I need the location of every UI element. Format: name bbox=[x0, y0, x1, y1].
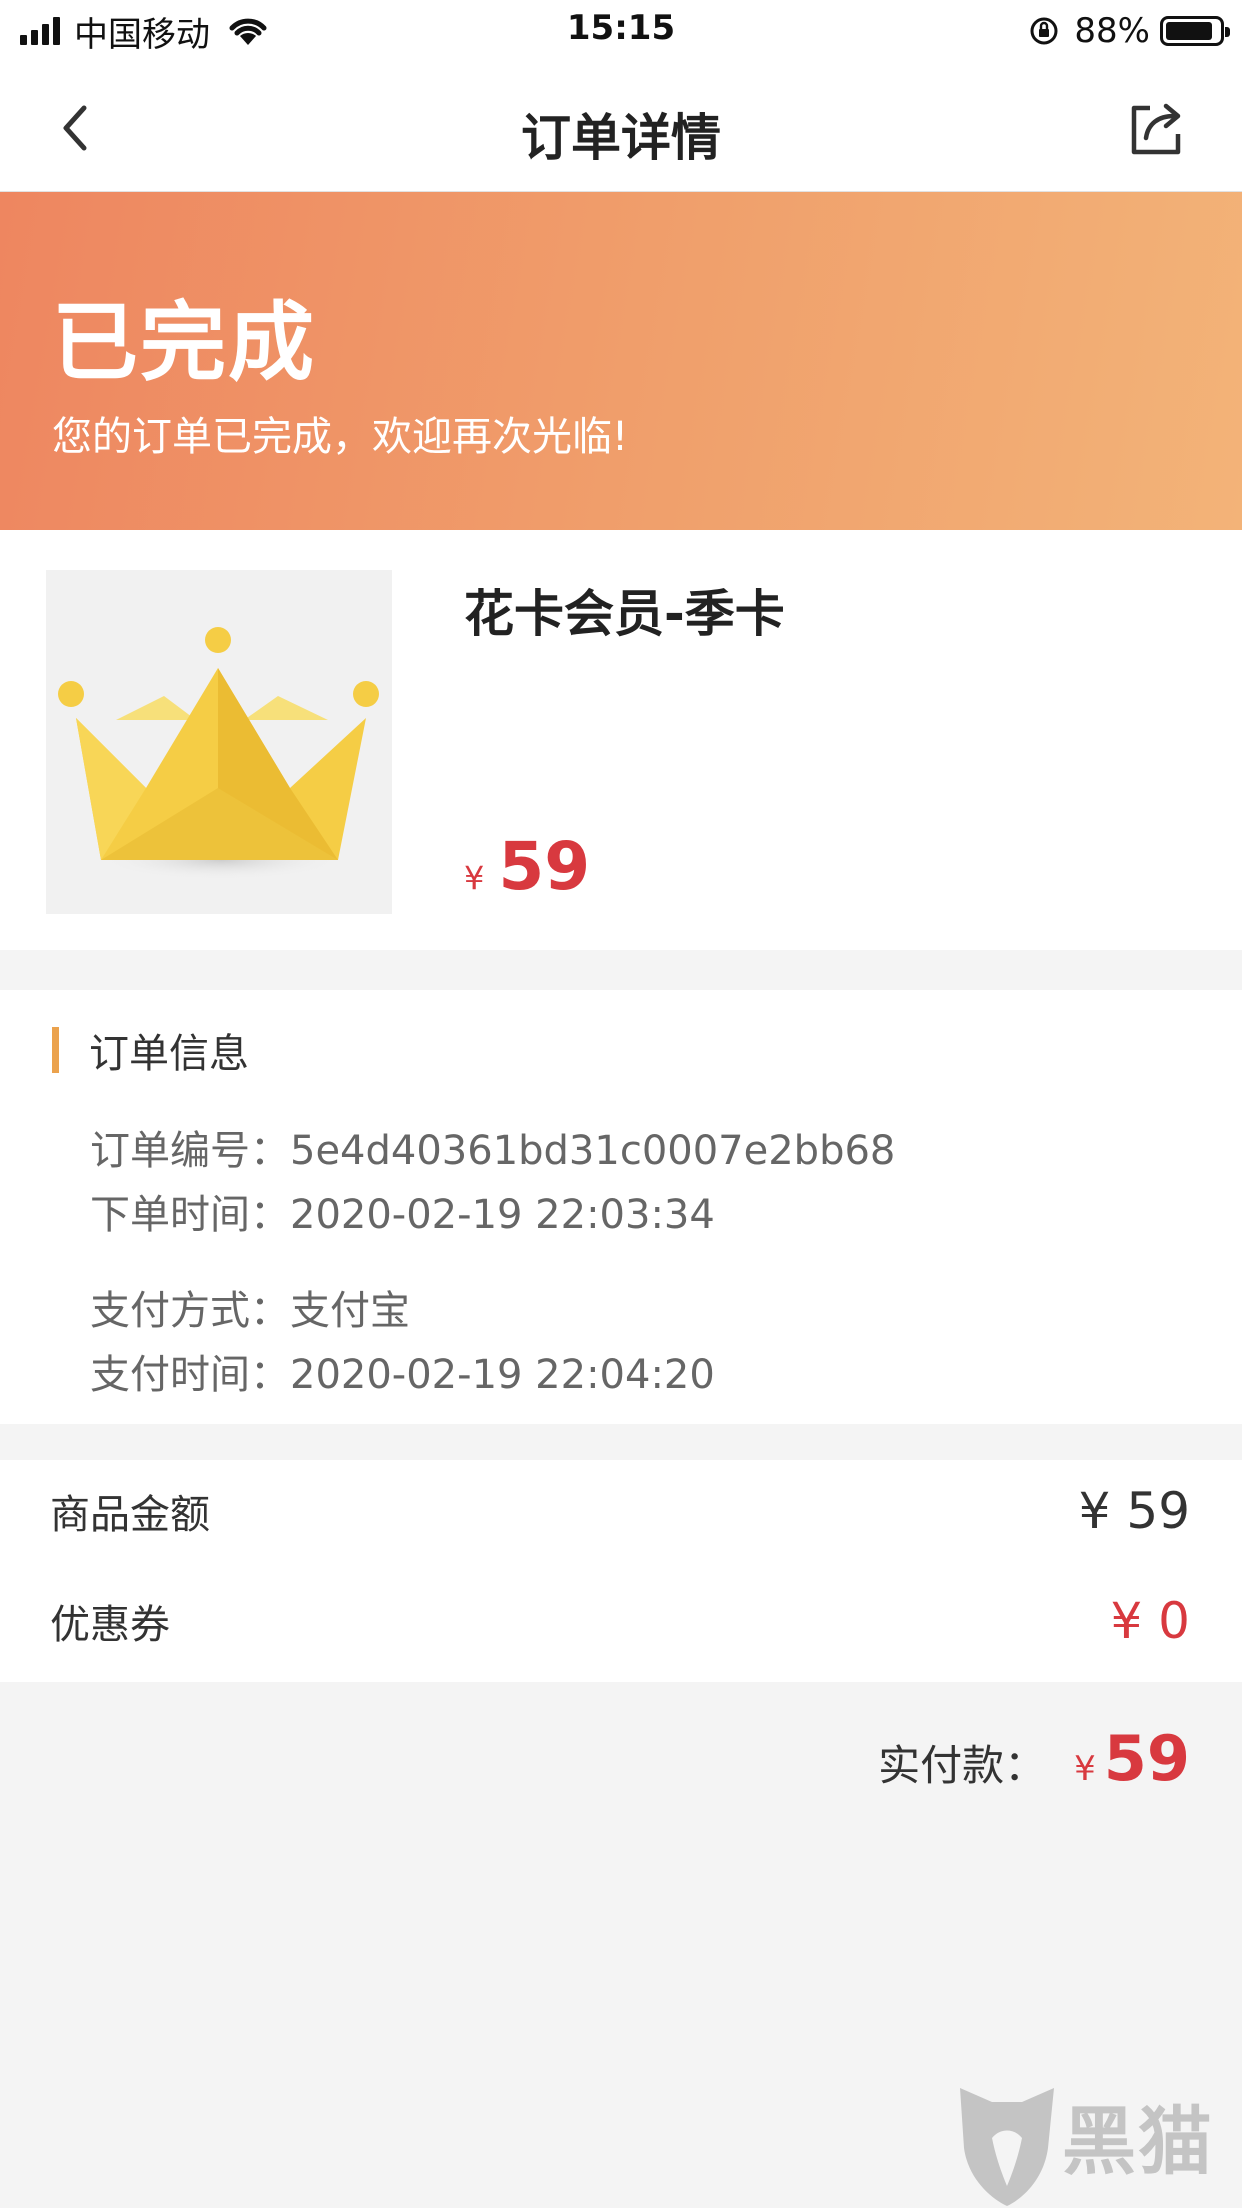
order-info-section: 订单信息 订单编号：5e4d40361bd31c0007e2bb68 下单时间：… bbox=[0, 990, 1242, 1424]
black-cat-logo-icon bbox=[960, 2088, 1054, 2206]
total-paid-value: 59 bbox=[1103, 1722, 1190, 1795]
amount-section: 商品金额 ¥ 59 优惠券 ¥ 0 bbox=[0, 1460, 1242, 1682]
payment-method-row: 支付方式：支付宝 bbox=[90, 1278, 410, 1336]
price-value: 59 bbox=[498, 828, 591, 905]
order-time-value: 2020-02-19 22:03:34 bbox=[290, 1192, 715, 1238]
order-time-label: 下单时间： bbox=[90, 1192, 290, 1238]
status-right: 88% bbox=[1028, 10, 1230, 52]
share-button[interactable] bbox=[1126, 98, 1186, 158]
product-name: 花卡会员-季卡 bbox=[464, 585, 785, 643]
order-number-label: 订单编号： bbox=[90, 1128, 290, 1174]
product-card[interactable]: 花卡会员-季卡 ¥ 59 bbox=[0, 530, 1242, 950]
share-icon bbox=[1131, 103, 1181, 155]
order-status-banner: 已完成 您的订单已完成，欢迎再次光临! bbox=[0, 192, 1242, 530]
goods-amount-label: 商品金额 bbox=[50, 1492, 210, 1538]
watermark: 黑猫 bbox=[952, 2078, 1242, 2208]
battery-percent: 88% bbox=[1074, 11, 1150, 51]
payment-time-row: 支付时间：2020-02-19 22:04:20 bbox=[90, 1342, 715, 1400]
orientation-lock-icon bbox=[1030, 17, 1058, 45]
order-status-title: 已完成 bbox=[52, 293, 316, 393]
total-paid-currency: ¥ bbox=[1074, 1749, 1096, 1789]
battery-icon bbox=[1160, 16, 1230, 46]
order-detail-page: 中国移动 15:15 88% 订单详情 已完成 您的订单已完成，欢迎再次光临! … bbox=[0, 0, 1242, 2208]
order-info-header: 订单信息 bbox=[52, 1026, 249, 1077]
product-price: ¥ 59 bbox=[464, 828, 590, 905]
battery-level bbox=[1166, 22, 1212, 40]
coupon-value: ¥ 0 bbox=[1110, 1592, 1190, 1650]
status-bar: 中国移动 15:15 88% bbox=[0, 0, 1242, 62]
goods-amount-row: 商品金额 ¥ 59 bbox=[50, 1482, 1190, 1540]
order-status-message: 您的订单已完成，欢迎再次光临! bbox=[52, 414, 629, 460]
product-image bbox=[46, 570, 392, 914]
total-paid-label: 实付款： bbox=[878, 1741, 1047, 1790]
payment-method-label: 支付方式： bbox=[90, 1288, 290, 1334]
section-accent-bar bbox=[52, 1027, 59, 1073]
price-currency: ¥ bbox=[464, 859, 485, 897]
nav-bar: 订单详情 bbox=[0, 62, 1242, 192]
payment-time-label: 支付时间： bbox=[90, 1352, 290, 1398]
watermark-text: 黑猫 bbox=[1062, 2099, 1214, 2185]
total-paid: 实付款： ¥ 59 bbox=[878, 1722, 1190, 1795]
payment-method-value: 支付宝 bbox=[290, 1288, 410, 1334]
coupon-row: 优惠券 ¥ 0 bbox=[50, 1592, 1190, 1650]
coupon-label: 优惠券 bbox=[50, 1602, 170, 1648]
order-time-row: 下单时间：2020-02-19 22:03:34 bbox=[90, 1182, 715, 1240]
crown-icon bbox=[58, 627, 379, 880]
goods-amount-value: ¥ 59 bbox=[1078, 1482, 1190, 1540]
order-number-row: 订单编号：5e4d40361bd31c0007e2bb68 bbox=[90, 1118, 895, 1176]
order-number-value[interactable]: 5e4d40361bd31c0007e2bb68 bbox=[290, 1128, 895, 1174]
page-title: 订单详情 bbox=[521, 109, 721, 167]
order-info-title: 订单信息 bbox=[89, 1031, 249, 1077]
payment-time-value: 2020-02-19 22:04:20 bbox=[290, 1352, 715, 1398]
